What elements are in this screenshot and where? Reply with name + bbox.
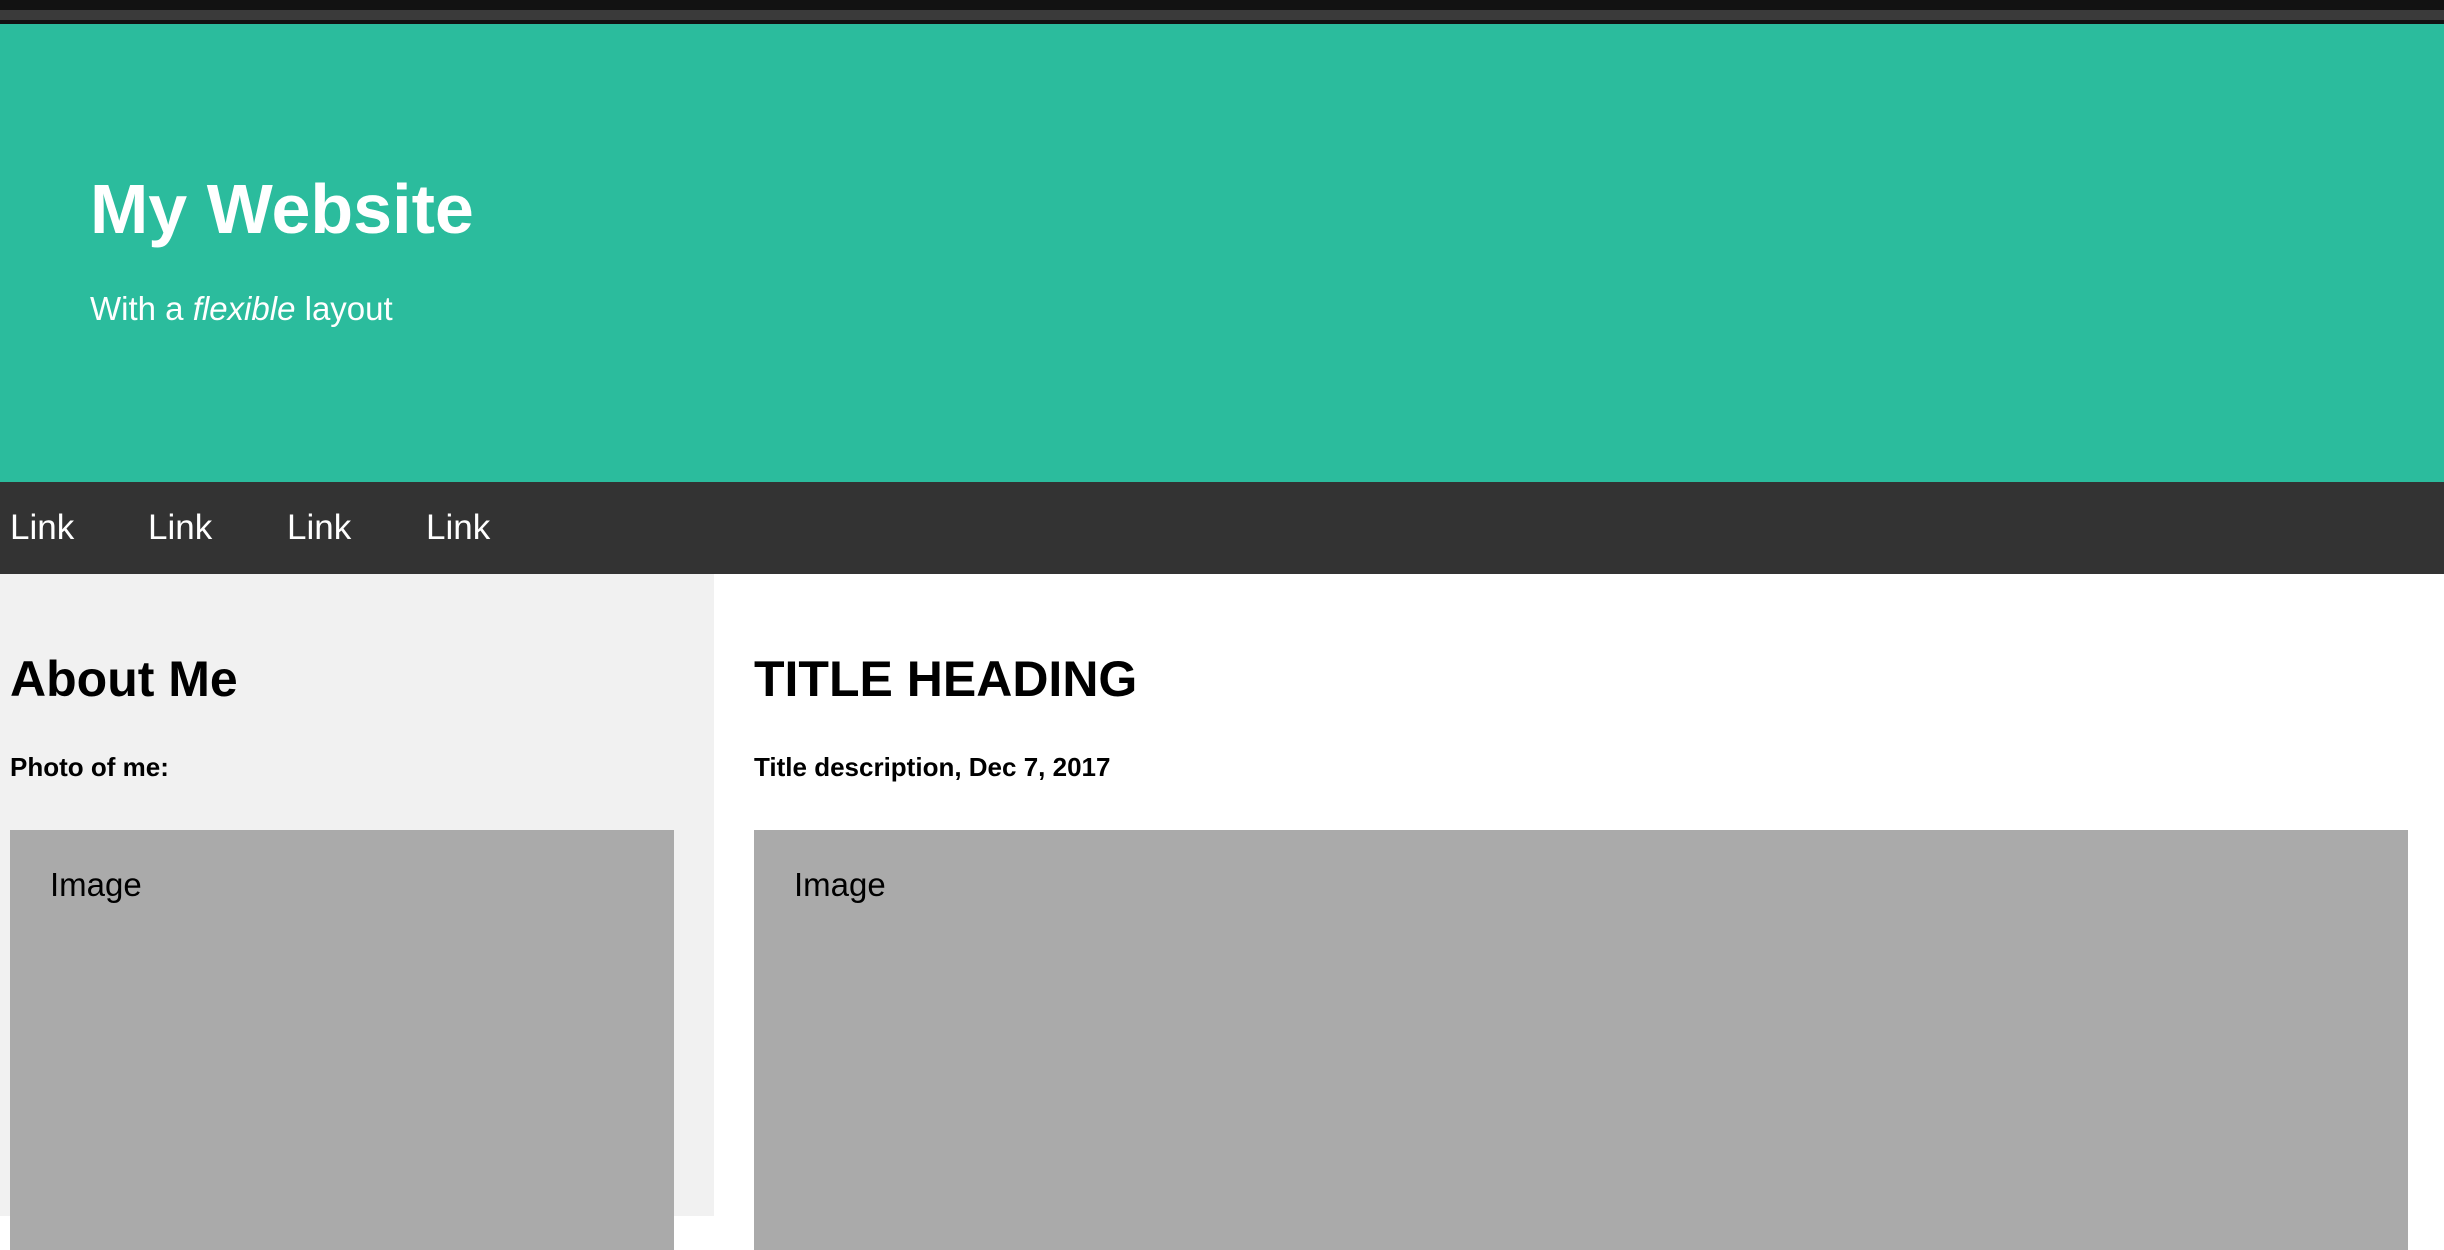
nav-link-4[interactable]: Link xyxy=(416,482,500,574)
post-image-placeholder: Image xyxy=(754,830,2408,1250)
main-column: TITLE HEADING Title description, Dec 7, … xyxy=(714,574,2444,1250)
post-description: Title description, Dec 7, 2017 xyxy=(754,752,1111,782)
subtitle-emphasis: flexible xyxy=(192,290,296,327)
hero-header: My Website With a flexible layout xyxy=(0,24,2444,482)
post-title: TITLE HEADING xyxy=(754,651,1138,707)
image-placeholder-label: Image xyxy=(794,866,886,903)
sidebar-column: About Me Photo of me: Image xyxy=(0,574,714,1250)
site-subtitle: With a flexible layout xyxy=(90,292,393,325)
navbar: Link Link Link Link xyxy=(0,482,2444,574)
site-title: My Website xyxy=(90,170,474,248)
browser-top-strip xyxy=(0,0,2444,24)
image-placeholder-label: Image xyxy=(50,866,142,903)
subtitle-text-end: layout xyxy=(295,290,393,327)
top-strip-line xyxy=(0,10,2444,20)
subtitle-text-start: With a xyxy=(90,290,193,327)
nav-link-1[interactable]: Link xyxy=(0,482,84,574)
profile-image-placeholder: Image xyxy=(10,830,674,1250)
photo-label: Photo of me: xyxy=(10,752,169,782)
nav-link-3[interactable]: Link xyxy=(277,482,361,574)
nav-link-2[interactable]: Link xyxy=(138,482,222,574)
about-heading: About Me xyxy=(10,651,238,707)
